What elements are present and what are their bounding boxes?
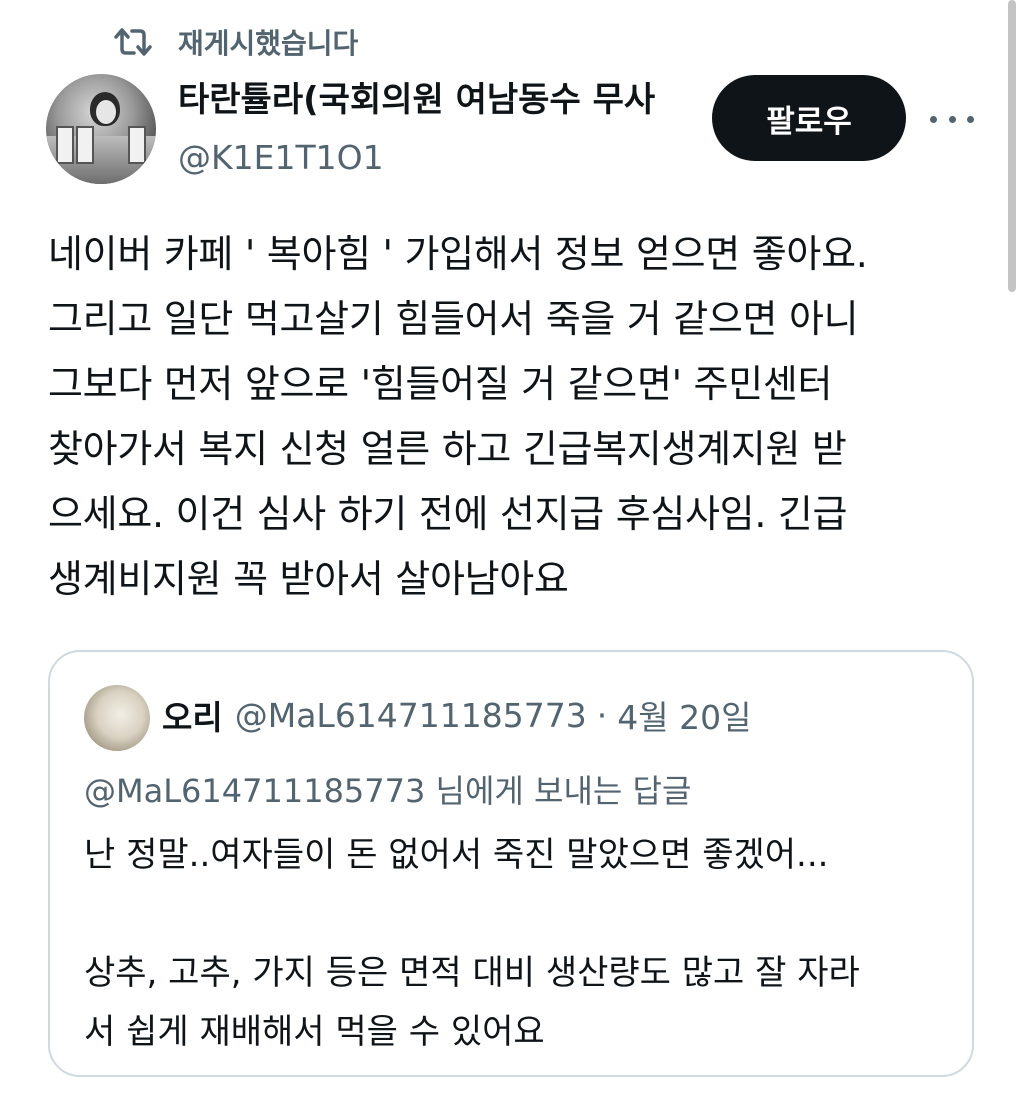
avatar-figure-face [96,100,116,124]
scrollbar[interactable] [1008,0,1016,292]
quote-body: 난 정말..여자들이 돈 없어서 죽진 말았으면 좋겠어... 상추, 고추, … [84,835,860,1052]
quote-author-handle[interactable]: @MaL614711185773 [235,696,587,735]
quoted-tweet-card[interactable]: 오리 @MaL614711185773 · 4월 20일 @MaL6147111… [48,650,974,1077]
avatar-jar [56,126,74,164]
tweet-text: 네이버 카페 ' 복아힘 ' 가입해서 정보 얻으면 좋아요. 그리고 일단 먹… [48,232,868,601]
author-avatar[interactable] [46,74,156,184]
quote-separator: · [596,695,608,735]
author-handle[interactable]: @K1E1T1O1 [178,136,384,180]
author-display-name[interactable]: 타란튤라(국회의원 여남동수 무사 [178,76,690,124]
follow-button[interactable]: 팔로우 [712,75,906,161]
quote-date[interactable]: 4월 20일 [617,691,751,739]
more-horizontal-icon[interactable] [930,104,974,134]
retweet-indicator: 재게시했습니다 [110,22,358,62]
retweet-icon [114,28,152,56]
more-dot [948,115,956,123]
quote-reply-to: @MaL614711185773 님에게 보내는 답글 [84,772,692,810]
retweet-label: 재게시했습니다 [178,27,359,60]
more-dot [930,115,937,123]
quote-author-avatar[interactable] [84,685,150,751]
quote-header: 오리 @MaL614711185773 · 4월 20일 [162,690,751,740]
more-dot [967,115,974,123]
avatar-jar [76,126,94,164]
avatar-jar [128,126,146,164]
quote-author-name[interactable]: 오리 [162,691,223,739]
